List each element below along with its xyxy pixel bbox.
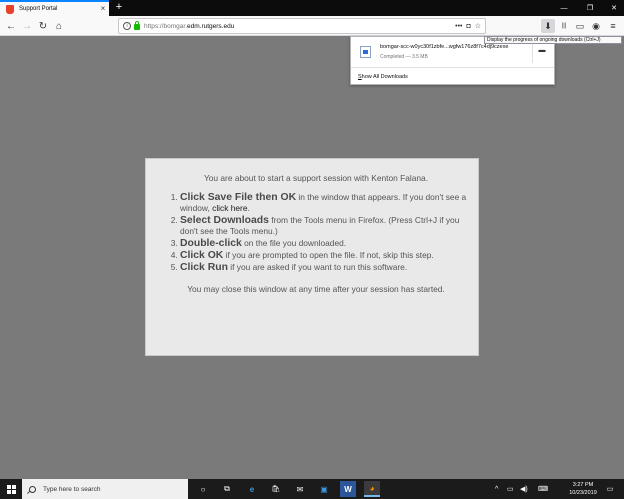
menu-icon[interactable]: ≡ <box>606 19 620 33</box>
tab-support-portal[interactable]: Support Portal × <box>0 0 109 16</box>
downloads-icon[interactable]: ⬇ <box>541 19 555 33</box>
download-filename: bomgar-scc-w0yc30f1zbfe...wgfw176z8f7c4d… <box>380 44 509 50</box>
step-3: Double-click on the file you downloaded. <box>180 238 468 249</box>
volume-icon[interactable]: ◀) <box>520 479 528 499</box>
navigation-toolbar: ← → ↻ ⌂ i https://bomgar.edm.rutgers.edu… <box>0 16 624 36</box>
divider <box>532 41 533 63</box>
mail-icon[interactable]: ✉ <box>292 481 308 497</box>
maximize-button[interactable]: ❐ <box>578 0 602 16</box>
info-icon[interactable]: i <box>123 22 131 30</box>
back-button[interactable]: ← <box>4 19 18 33</box>
windows-logo-icon <box>6 484 16 494</box>
click-here-link[interactable]: click here <box>212 203 247 213</box>
action-center-icon[interactable]: ▭ <box>603 479 617 499</box>
windows-taskbar: Type here to search ○ ⧉ e 🛍 ✉ ▣ W ◕ ^ ▭ … <box>0 479 624 499</box>
firefox-icon[interactable]: ◕ <box>364 481 380 497</box>
start-button[interactable] <box>0 479 22 499</box>
search-icon <box>29 485 36 493</box>
instruction-steps: Click Save File then OK in the window th… <box>172 192 468 273</box>
keyboard-icon[interactable]: ⌨ <box>538 479 548 499</box>
forward-button[interactable]: → <box>20 19 34 33</box>
show-all-downloads-button[interactable]: Show All Downloads <box>358 74 408 80</box>
minimize-button[interactable]: — <box>552 0 576 16</box>
page-actions-icon[interactable]: ••• <box>455 23 462 30</box>
new-tab-button[interactable]: + <box>112 1 126 15</box>
step-2: Select Downloads from the Tools menu in … <box>180 215 468 237</box>
shield-favicon-icon <box>6 4 14 14</box>
clock-date: 10/23/2019 <box>569 490 597 496</box>
footer-text: You may close this window at any time af… <box>187 284 445 294</box>
tray-chevron-icon[interactable]: ^ <box>495 479 498 499</box>
sidebar-icon[interactable]: ▭ <box>573 19 587 33</box>
pocket-icon[interactable]: ◘ <box>466 23 470 30</box>
word-icon[interactable]: W <box>340 481 356 497</box>
taskbar-clock[interactable]: 3:27 PM 10/23/2019 <box>566 481 600 497</box>
tab-close-icon[interactable]: × <box>97 4 109 14</box>
reload-button[interactable]: ↻ <box>36 19 50 33</box>
edge-icon[interactable]: e <box>244 481 260 497</box>
tab-title: Support Portal <box>19 6 58 12</box>
step-4: Click OK if you are prompted to open the… <box>180 250 468 261</box>
url-text[interactable]: https://bomgar.edm.rutgers.edu <box>144 23 455 30</box>
step-5: Click Run if you are asked if you want t… <box>180 262 468 273</box>
network-icon[interactable]: ▭ <box>507 479 514 499</box>
store-icon[interactable]: 🛍 <box>268 481 284 497</box>
bookmark-star-icon[interactable]: ☆ <box>475 22 481 30</box>
app-icon[interactable]: ▣ <box>316 481 332 497</box>
home-button[interactable]: ⌂ <box>52 19 66 33</box>
url-bar[interactable]: i https://bomgar.edm.rutgers.edu ••• ◘ ☆ <box>118 18 486 34</box>
taskbar-app-icon[interactable]: ⧉ <box>219 481 235 497</box>
step-1: Click Save File then OK in the window th… <box>180 192 468 214</box>
task-view-icon[interactable]: ○ <box>195 481 211 497</box>
intro-text: You are about to start a support session… <box>203 173 429 183</box>
tab-strip: Support Portal × + — ❐ ✕ <box>0 0 624 16</box>
search-placeholder: Type here to search <box>43 485 101 493</box>
close-window-button[interactable]: ✕ <box>602 0 624 16</box>
clock-time: 3:27 PM <box>572 482 594 488</box>
support-instructions-card: You are about to start a support session… <box>145 158 479 356</box>
extension-icon[interactable]: ◉ <box>589 19 603 33</box>
download-status: Completed — 3.5 MB <box>380 54 428 60</box>
divider <box>351 67 554 68</box>
library-icon[interactable]: ||| <box>557 19 571 33</box>
taskbar-search-box[interactable]: Type here to search <box>22 479 188 499</box>
open-folder-icon[interactable]: ▬ <box>537 46 547 55</box>
lock-icon[interactable] <box>134 21 140 30</box>
downloads-tooltip: Display the progress of ongoing download… <box>484 36 622 44</box>
file-icon <box>360 46 371 58</box>
